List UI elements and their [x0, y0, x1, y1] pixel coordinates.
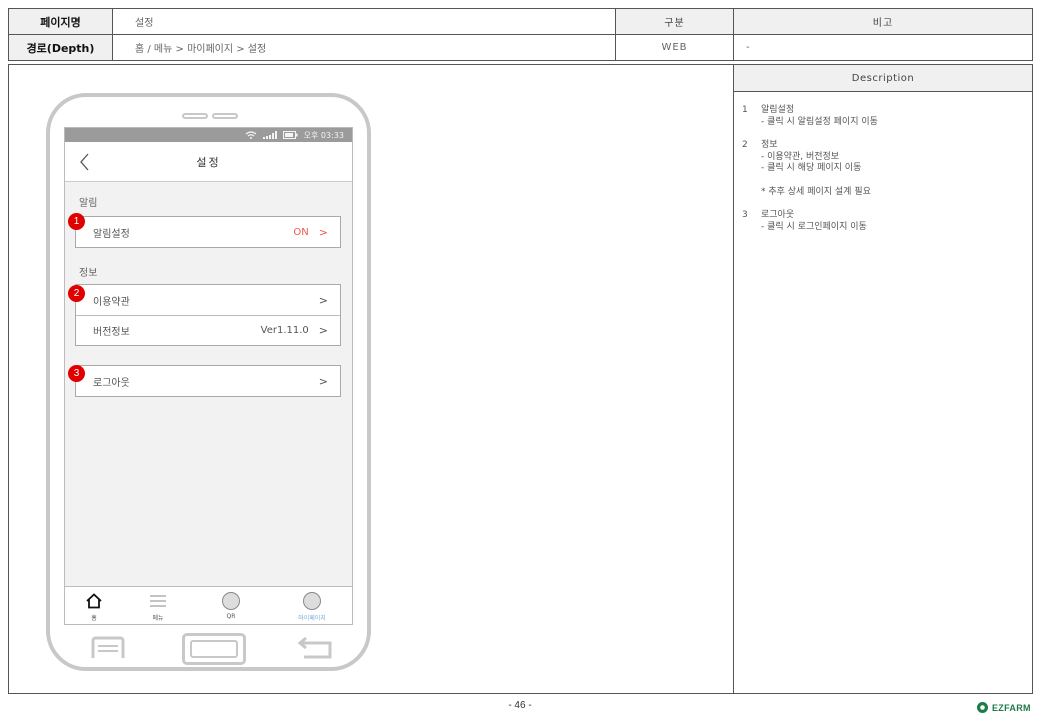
description-item-note: * 추후 상세 페이지 설계 필요	[761, 186, 871, 197]
hardware-keys	[50, 633, 367, 667]
description-item-title: 로그아웃	[761, 210, 795, 220]
description-item: 1 알림설정 - 클릭 시 알림설정 페이지 이동	[742, 105, 1032, 128]
status-time: 오후 03:33	[303, 130, 344, 140]
page-name-label: 페이지명	[9, 9, 113, 34]
version-value: Ver1.11.0	[260, 325, 309, 336]
description-item-line: - 이용약관, 버전정보	[761, 151, 840, 162]
annotation-badge-3: 3	[68, 365, 85, 382]
chevron-right-icon: >	[318, 293, 328, 307]
description-item: 3 로그아웃 - 클릭 시 로그인페이지 이동	[742, 210, 1032, 233]
phone-screen: 오후 03:33 설정 알림 알림설정 ON > 정보 이용약관 > 버전정보 …	[64, 127, 353, 625]
status-bar: 오후 03:33	[65, 128, 352, 142]
description-item: 2 정보 - 이용약관, 버전정보 - 클릭 시 해당 페이지 이동 * 추후 상…	[742, 140, 1032, 198]
tab-home[interactable]: 홈	[65, 591, 124, 622]
terms-label: 이용약관	[93, 296, 130, 308]
version-label: 버전정보	[93, 327, 130, 338]
qr-icon	[222, 592, 240, 610]
info-group: 이용약관 > 버전정보 Ver1.11.0 >	[75, 284, 341, 346]
page-number: - 46 -	[508, 700, 532, 711]
annotation-badge-2: 2	[68, 285, 85, 302]
description-body: 1 알림설정 - 클릭 시 알림설정 페이지 이동 2 정보 - 이용약관, 버전정…	[734, 92, 1032, 233]
tab-mypage[interactable]: 마이페이지	[282, 591, 342, 622]
description-item-title: 알림설정	[761, 105, 795, 115]
chevron-right-icon: >	[318, 374, 328, 388]
section-label-alarm: 알림	[79, 198, 98, 209]
speaker-icon	[212, 113, 238, 119]
home-icon	[86, 593, 102, 609]
annotation-badge-1: 1	[68, 213, 85, 230]
division-value: WEB	[616, 35, 734, 60]
alarm-settings-label: 알림설정	[93, 228, 130, 240]
depth-label: 경로(Depth)	[9, 35, 113, 60]
tab-qr[interactable]: QR	[201, 591, 261, 620]
description-item-number: 3	[742, 210, 748, 220]
tab-label: 마이페이지	[298, 615, 326, 622]
chevron-right-icon: >	[318, 324, 328, 337]
home-key-icon	[182, 633, 246, 665]
note-value: -	[746, 42, 751, 53]
phone-mockup: 오후 03:33 설정 알림 알림설정 ON > 정보 이용약관 > 버전정보 …	[46, 93, 371, 671]
description-title: Description	[734, 65, 1032, 92]
description-item-line: - 클릭 시 해당 페이지 이동	[761, 163, 862, 173]
signal-icon	[262, 131, 277, 139]
division-label: 구분	[616, 9, 734, 34]
wifi-icon	[245, 131, 257, 139]
description-item-line: - 클릭 시 알림설정 페이지 이동	[761, 116, 878, 127]
terms-row[interactable]: 이용약관 >	[76, 285, 340, 315]
wireframe-area: 오후 03:33 설정 알림 알림설정 ON > 정보 이용약관 > 버전정보 …	[8, 64, 1033, 694]
alarm-status-value: ON	[293, 226, 309, 238]
app-bar: 설정	[65, 142, 352, 182]
description-item-number: 2	[742, 140, 748, 150]
logout-label: 로그아웃	[93, 377, 130, 389]
tab-label: 홈	[91, 615, 97, 622]
spec-header-table: 페이지명 설정 구분 비고 경로(Depth) 홈 / 메뉴 > 마이페이지 >…	[8, 8, 1033, 61]
speaker-icon	[182, 113, 208, 119]
ezfarm-logo-icon	[977, 702, 988, 713]
description-item-number: 1	[742, 105, 748, 115]
brand-logo: EZFARM	[976, 701, 1031, 714]
note-label: 비고	[734, 9, 1032, 34]
bottom-tab-bar: 홈 메뉴 QR 마이페이지	[65, 586, 352, 624]
description-panel: Description 1 알림설정 - 클릭 시 알림설정 페이지 이동 2 정보…	[733, 65, 1032, 693]
version-row[interactable]: 버전정보 Ver1.11.0 >	[76, 315, 340, 345]
mypage-icon	[303, 592, 321, 610]
description-item-line: - 클릭 시 로그인페이지 이동	[761, 221, 867, 232]
header-row-depth: 경로(Depth) 홈 / 메뉴 > 마이페이지 > 설정 WEB -	[9, 35, 1032, 60]
menu-icon	[150, 595, 166, 607]
screen-title: 설정	[196, 156, 221, 169]
tab-menu[interactable]: 메뉴	[128, 591, 188, 622]
back-key-icon	[297, 636, 332, 659]
chevron-right-icon: >	[318, 225, 328, 239]
tab-label: QR	[226, 613, 236, 620]
depth-value: 홈 / 메뉴 > 마이페이지 > 설정	[113, 35, 616, 60]
section-label-info: 정보	[79, 268, 98, 279]
description-item-title: 정보	[761, 140, 778, 150]
page-name-value: 설정	[113, 9, 616, 34]
header-row-page-name: 페이지명 설정 구분 비고	[9, 9, 1032, 35]
tab-label: 메뉴	[152, 615, 164, 622]
alarm-settings-group: 알림설정 ON >	[75, 216, 341, 248]
logo-text: EZFARM	[992, 702, 1031, 713]
logout-row[interactable]: 로그아웃 >	[76, 366, 340, 396]
battery-icon	[282, 131, 298, 139]
menu-key-icon	[91, 636, 125, 658]
alarm-settings-row[interactable]: 알림설정 ON >	[76, 217, 340, 247]
logout-group: 로그아웃 >	[75, 365, 341, 397]
